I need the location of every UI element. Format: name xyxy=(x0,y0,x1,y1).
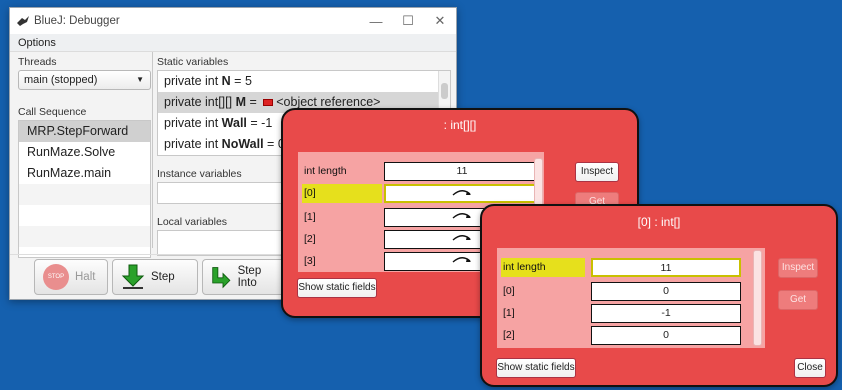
reference-arrow-icon xyxy=(452,235,471,241)
var-name: M xyxy=(235,95,246,109)
halt-button[interactable]: STOP Halt xyxy=(34,259,108,295)
step-arrow-icon xyxy=(121,264,145,289)
var-type: private int xyxy=(164,137,222,151)
field-key: [2] xyxy=(503,329,515,341)
reference-arrow-icon xyxy=(452,213,471,219)
var-reference: <object reference> xyxy=(276,95,381,109)
threads-label: Threads xyxy=(18,56,57,68)
field-row-selected[interactable]: [0] xyxy=(298,184,540,203)
field-value: -1 xyxy=(591,304,741,323)
fields-scrollbar[interactable] xyxy=(753,250,762,346)
var-name: Wall xyxy=(221,116,247,130)
close-button[interactable]: Close xyxy=(794,358,826,378)
static-label: Static variables xyxy=(157,56,229,68)
step-label: Step xyxy=(151,271,175,283)
field-key: [1] xyxy=(304,211,316,223)
bluej-bird-icon xyxy=(17,16,29,26)
stop-icon: STOP xyxy=(43,264,69,290)
field-row[interactable]: int length 11 xyxy=(298,162,540,181)
field-row[interactable]: [2] 0 xyxy=(497,326,755,345)
callseq-label: Call Sequence xyxy=(18,106,87,118)
field-key: int length xyxy=(304,165,347,177)
var-type: private int xyxy=(164,116,222,130)
var-value: = 5 xyxy=(230,74,252,88)
reference-arrow-icon xyxy=(452,257,471,263)
title-bar[interactable]: BlueJ: Debugger — ☐ ✕ xyxy=(10,8,456,34)
callseq-item[interactable]: RunMaze.main xyxy=(19,163,150,184)
field-key: [3] xyxy=(304,255,316,267)
chevron-down-icon: ▼ xyxy=(136,75,144,84)
field-key: int length xyxy=(501,258,585,277)
inspect-button[interactable]: Inspect xyxy=(778,258,818,278)
var-value: = xyxy=(245,95,261,109)
inspect-button[interactable]: Inspect xyxy=(575,162,619,182)
var-name: NoWall xyxy=(221,137,264,151)
reference-arrow-icon xyxy=(452,190,471,196)
field-value: 0 xyxy=(591,282,741,301)
step-into-button[interactable]: Step Into xyxy=(202,259,286,295)
threads-panel: Threads main (stopped) ▼ Call Sequence M… xyxy=(18,56,151,258)
callseq-item[interactable]: RunMaze.Solve xyxy=(19,142,150,163)
callseq-empty-row xyxy=(19,184,150,205)
inspector-title: [0] : int[] xyxy=(637,215,681,229)
callseq-empty-row xyxy=(19,226,150,247)
menu-bar: Options xyxy=(10,34,456,52)
inspector-window-array: [0] : int[] int length 11 [0] 0 [1] -1 [… xyxy=(480,204,838,387)
step-into-arrow-icon xyxy=(212,267,231,289)
field-key: [0] xyxy=(302,184,382,203)
menu-options[interactable]: Options xyxy=(18,37,56,49)
var-value: = -1 xyxy=(246,116,273,130)
var-type: private int xyxy=(164,74,222,88)
show-static-fields-button[interactable]: Show static fields xyxy=(297,278,377,298)
step-into-label: Step Into xyxy=(237,265,262,289)
object-reference-icon xyxy=(263,99,274,107)
inspector-title: : int[][] xyxy=(443,118,477,132)
static-var-row[interactable]: private int N = 5 xyxy=(158,71,450,92)
field-key: [0] xyxy=(503,285,515,297)
split-divider[interactable] xyxy=(152,52,153,248)
field-key: [2] xyxy=(304,233,316,245)
show-static-fields-button[interactable]: Show static fields xyxy=(496,358,576,378)
close-icon[interactable]: ✕ xyxy=(424,13,456,29)
var-name: N xyxy=(221,74,231,88)
maximize-icon[interactable]: ☐ xyxy=(392,13,424,29)
step-button[interactable]: Step xyxy=(112,259,198,295)
halt-label: Halt xyxy=(75,271,96,283)
fields-scrollbar[interactable] xyxy=(534,158,543,210)
thread-select[interactable]: main (stopped) ▼ xyxy=(18,70,151,90)
callseq-empty-row xyxy=(19,205,150,226)
callseq-item[interactable]: MRP.StepForward xyxy=(19,121,150,142)
fields-panel: int length 11 [0] 0 [1] -1 [2] 0 xyxy=(497,248,765,348)
field-row-selected[interactable]: int length 11 xyxy=(497,258,755,277)
field-row[interactable]: [1] -1 xyxy=(497,304,755,323)
field-value: 11 xyxy=(384,162,540,181)
window-title: BlueJ: Debugger xyxy=(34,15,120,27)
get-button[interactable]: Get xyxy=(778,290,818,310)
field-key: [1] xyxy=(503,307,515,319)
callseq-list: MRP.StepForward RunMaze.Solve RunMaze.ma… xyxy=(18,120,151,258)
field-value: 0 xyxy=(591,326,741,345)
var-type: private int[][] xyxy=(164,95,236,109)
minimize-icon[interactable]: — xyxy=(360,14,392,29)
field-value xyxy=(384,184,540,203)
field-row[interactable]: [0] 0 xyxy=(497,282,755,301)
thread-select-value: main (stopped) xyxy=(24,74,98,86)
scroll-thumb[interactable] xyxy=(441,83,448,99)
field-value: 11 xyxy=(591,258,741,277)
